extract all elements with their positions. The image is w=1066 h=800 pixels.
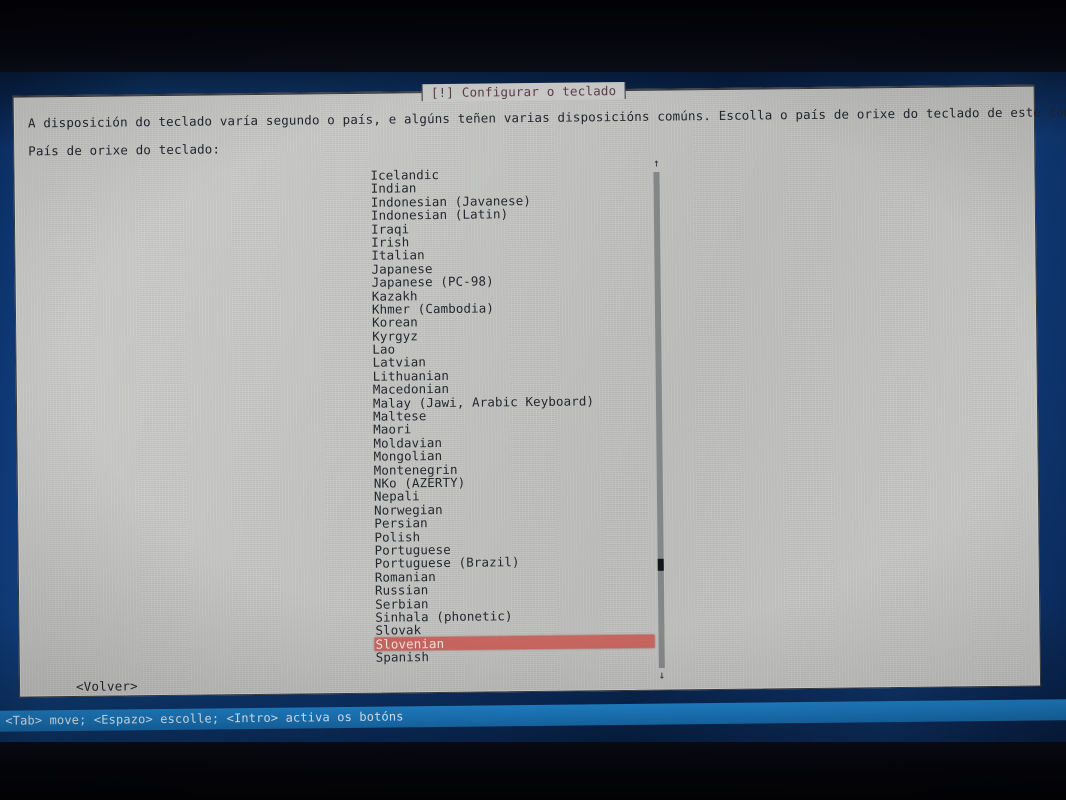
back-button[interactable]: <Volver> (76, 678, 138, 694)
scrollbar-thumb[interactable] (657, 558, 664, 571)
dialog-prompt-label: País de orixe do teclado: (28, 141, 221, 159)
photo-top-dark-area (0, 0, 1066, 72)
scroll-up-arrow-icon[interactable]: ↑ (651, 157, 661, 170)
keyboard-country-list[interactable]: Icelandic Indian Indonesian (Javanese) Indo… (369, 166, 655, 665)
monitor-photo-scene: [!] Configurar o teclado A disposición d… (0, 0, 1066, 800)
dialog-title: [!] Configurar o teclado (421, 81, 626, 101)
dialog-intro-text: A disposición do teclado varía segundo o… (27, 103, 1066, 131)
scrollbar-track[interactable] (653, 171, 665, 668)
keyboard-configuration-dialog: [!] Configurar o teclado A disposición d… (12, 81, 1066, 698)
photo-bottom-dark-area (0, 742, 1066, 800)
list-item[interactable]: Spanish (375, 648, 654, 665)
scroll-down-arrow-icon[interactable]: ↓ (657, 669, 667, 682)
monitor-panel: [!] Configurar o teclado A disposición d… (0, 54, 1066, 756)
titlebar-rule-right (625, 85, 1034, 91)
titlebar-rule-left (13, 92, 422, 98)
